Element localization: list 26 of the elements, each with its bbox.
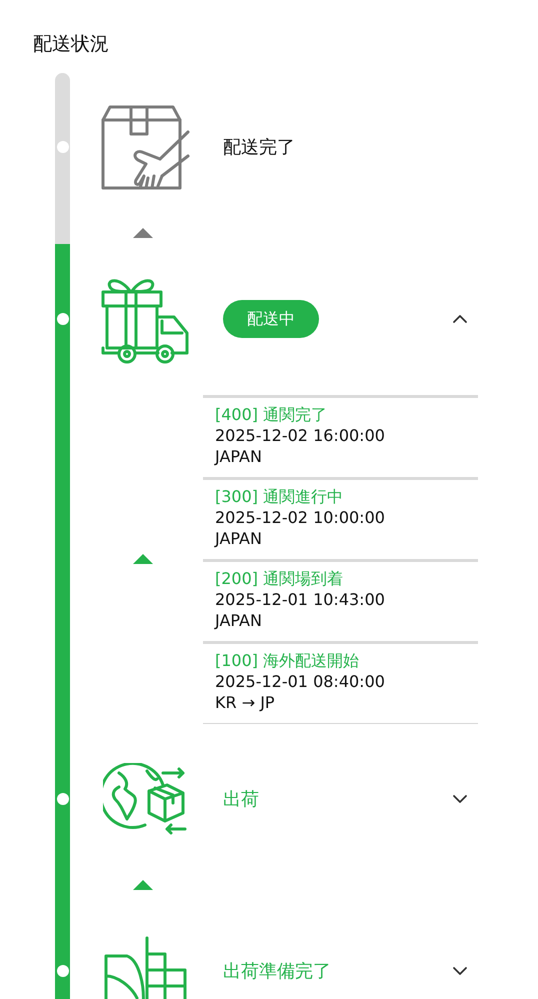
event-time: 2025-12-02 16:00:00 xyxy=(215,425,386,446)
event-title: [100] 海外配送開始 xyxy=(215,650,360,671)
up-triangle-icon xyxy=(132,554,152,564)
up-triangle-icon xyxy=(132,228,152,238)
page-title: 配送状況 xyxy=(33,33,109,55)
globe-box-icon xyxy=(103,763,187,835)
warehouse-icon xyxy=(103,936,187,999)
event-location: JAPAN xyxy=(215,528,263,549)
chevron-down-icon[interactable] xyxy=(452,793,468,805)
event-title: [400] 通関完了 xyxy=(215,404,328,425)
step-label: 配送完了 xyxy=(223,136,295,160)
event-time: 2025-12-01 10:43:00 xyxy=(215,589,386,610)
chevron-up-icon[interactable] xyxy=(452,313,468,325)
chevron-down-icon[interactable] xyxy=(452,965,468,977)
box-hand-icon xyxy=(100,104,190,190)
event-location: JAPAN xyxy=(215,610,263,631)
up-triangle-icon xyxy=(132,880,152,890)
event-location: JAPAN xyxy=(215,446,263,467)
event-location: KR → JP xyxy=(215,692,276,713)
step-label: 出荷 xyxy=(223,788,259,812)
step-label: 出荷準備完了 xyxy=(223,960,331,984)
event-title: [300] 通関進行中 xyxy=(215,486,344,507)
event-time: 2025-12-02 10:00:00 xyxy=(215,507,386,528)
status-badge: 配送中 xyxy=(223,300,319,338)
event-title: [200] 通関場到着 xyxy=(215,568,344,589)
event-time: 2025-12-01 08:40:00 xyxy=(215,671,386,692)
